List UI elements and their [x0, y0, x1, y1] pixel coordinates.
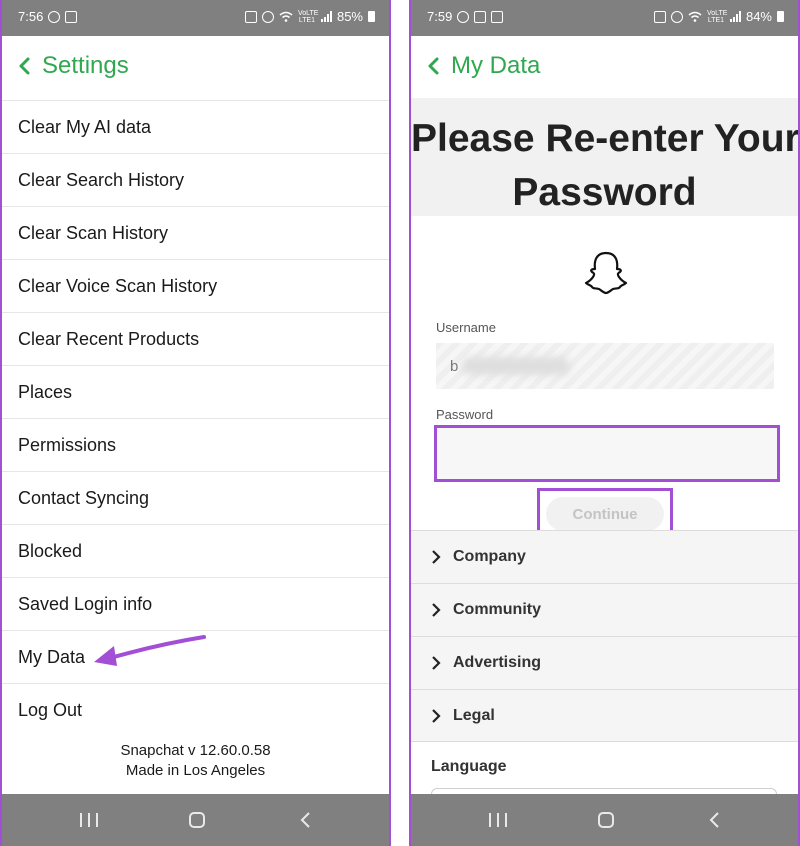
username-value: b [450, 358, 459, 375]
settings-item-places[interactable]: Places [2, 365, 389, 418]
settings-item-clear-search-history[interactable]: Clear Search History [2, 153, 389, 206]
made-in-text: Made in Los Angeles [125, 762, 266, 779]
gmail-icon [474, 10, 487, 23]
username-field: b [436, 343, 774, 389]
network-type: VoLTE LTE1 [297, 9, 319, 24]
back-icon[interactable] [708, 811, 720, 829]
signal-icon [320, 11, 332, 22]
wifi-icon [279, 11, 293, 22]
settings-item-clear-voice-scan-history[interactable]: Clear Voice Scan History [2, 259, 389, 312]
status-time: 7:56 [18, 9, 44, 24]
settings-item-clear-scan-history[interactable]: Clear Scan History [2, 206, 389, 259]
alarm-icon [670, 10, 683, 23]
alarm-icon [261, 10, 274, 23]
battery-percent: 84% [745, 9, 772, 24]
chevron-right-icon [432, 603, 441, 617]
snapchat-ghost-icon [584, 251, 628, 295]
chevron-left-icon[interactable] [425, 56, 443, 76]
status-bar: 7:59 VoLTE LTE1 84% [411, 0, 798, 36]
chevron-right-icon [432, 550, 441, 564]
chevron-right-icon [432, 708, 441, 723]
battery-saver-icon [653, 10, 666, 23]
settings-item-saved-login-info[interactable]: Saved Login info [2, 577, 389, 630]
home-icon[interactable] [598, 812, 614, 828]
signal-icon [729, 11, 741, 22]
info-accordion: Company Community Advertising Legal [411, 530, 798, 742]
settings-header: Settings [2, 36, 389, 98]
gallery-icon [491, 10, 504, 23]
status-bar: 7:56 VoLTE LTE1 85% [2, 0, 389, 36]
my-data-header: My Data [411, 36, 798, 98]
page-title: Settings [42, 52, 129, 79]
settings-item-log-out[interactable]: Log Out [2, 683, 389, 736]
language-label: Language [431, 758, 507, 775]
whatsapp-icon [48, 10, 61, 23]
accordion-item-legal[interactable]: Legal [411, 689, 798, 742]
my-data-screen: 7:59 VoLTE LTE1 84% My Data Please Re-en… [409, 0, 800, 846]
wifi-icon [688, 11, 702, 22]
username-redaction [462, 357, 570, 375]
home-icon[interactable] [189, 812, 205, 828]
whatsapp-icon [457, 10, 470, 23]
accordion-item-advertising[interactable]: Advertising [411, 636, 798, 689]
arrow-pointer-icon [94, 635, 206, 666]
back-icon[interactable] [299, 811, 311, 829]
settings-screen: 7:56 VoLTE LTE1 85% Settings Clear My AI… [0, 0, 391, 846]
battery-saver-icon [244, 10, 257, 23]
system-nav-bar [411, 794, 798, 846]
username-label: Username [436, 320, 496, 335]
password-label: Password [436, 407, 494, 422]
status-time: 7:59 [427, 9, 453, 24]
chevron-left-icon[interactable] [16, 56, 34, 76]
recents-icon[interactable] [489, 813, 507, 827]
page-title: My Data [451, 52, 541, 79]
settings-item-permissions[interactable]: Permissions [2, 418, 389, 471]
battery-percent: 85% [336, 9, 363, 24]
chevron-right-icon [432, 656, 441, 670]
settings-item-blocked[interactable]: Blocked [2, 524, 389, 577]
settings-item-contact-syncing[interactable]: Contact Syncing [2, 471, 389, 524]
accordion-item-company[interactable]: Company [411, 530, 798, 583]
recents-icon[interactable] [80, 813, 98, 827]
app-version-footer: Snapchat v 12.60.0.58 Made in Los Angele… [2, 741, 389, 781]
settings-item-clear-my-ai-data[interactable]: Clear My AI data [2, 100, 389, 153]
settings-item-clear-recent-products[interactable]: Clear Recent Products [2, 312, 389, 365]
continue-button[interactable]: Continue [546, 497, 664, 531]
version-text: Snapchat v 12.60.0.58 [120, 742, 271, 759]
accordion-item-community[interactable]: Community [411, 583, 798, 636]
gmail-icon [65, 10, 78, 23]
password-input[interactable] [434, 425, 780, 482]
battery-icon [368, 11, 375, 22]
network-type: VoLTE LTE1 [706, 9, 728, 24]
system-nav-bar [2, 794, 389, 846]
reenter-password-heading: Please Re-enter Your Password [411, 117, 800, 214]
battery-icon [777, 11, 784, 22]
